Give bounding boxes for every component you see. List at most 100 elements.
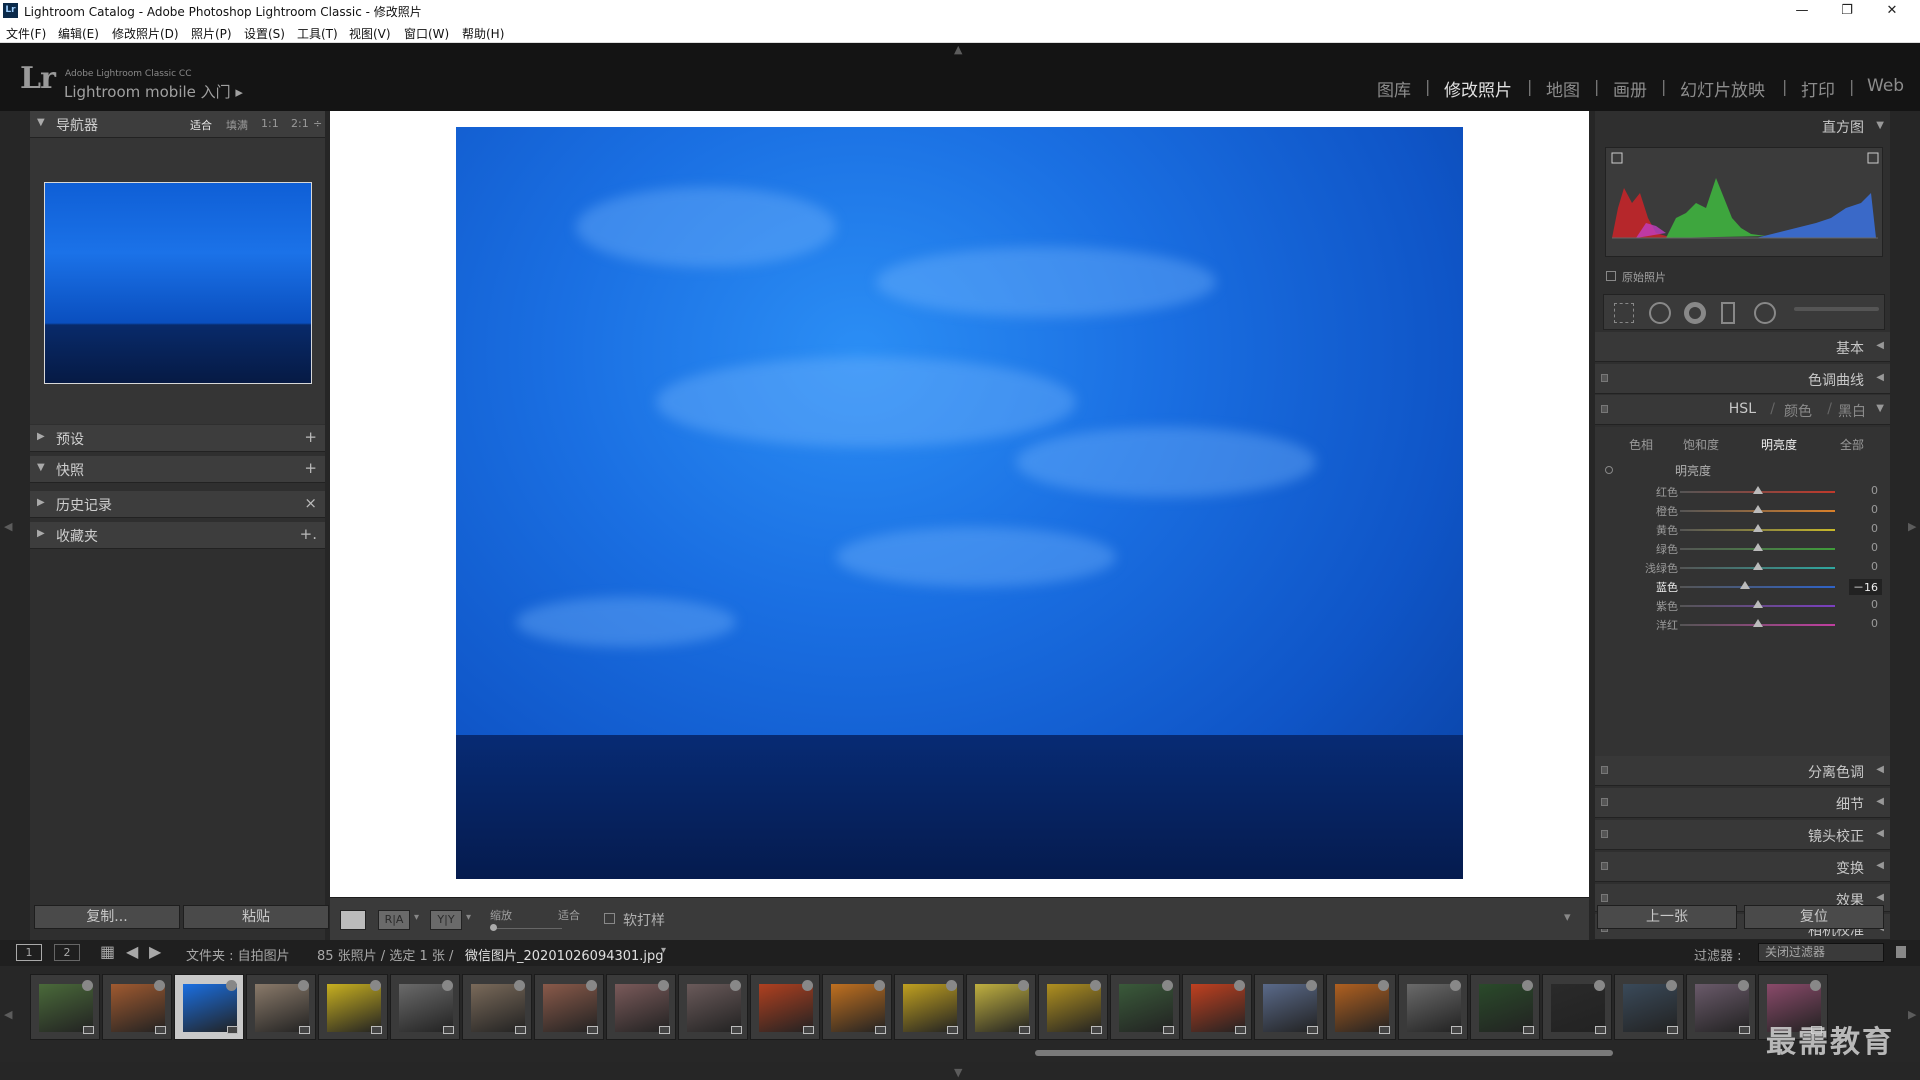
back-arrow-icon[interactable]: ◀ [126, 942, 138, 961]
slider-value[interactable]: 0 [1871, 560, 1878, 573]
filmstrip-right-icon[interactable]: ▶ [1908, 1008, 1916, 1021]
filmstrip-thumbnail[interactable] [1470, 974, 1540, 1040]
crop-icon[interactable] [1614, 303, 1634, 323]
panel-switch-icon[interactable] [1601, 374, 1608, 382]
panel-switch-icon[interactable] [1601, 766, 1608, 774]
module-book[interactable]: 画册 [1613, 76, 1647, 101]
original-photo-checkbox[interactable] [1606, 271, 1616, 281]
nav-fill[interactable]: 填满 [226, 117, 248, 133]
panel-switch-icon[interactable] [1601, 405, 1608, 413]
filter-lock-icon[interactable] [1896, 946, 1906, 958]
collections-panel[interactable]: ▶ 收藏夹 +. [30, 522, 325, 549]
target-adjust-icon[interactable] [1605, 466, 1613, 474]
filmstrip-thumbnail[interactable] [606, 974, 676, 1040]
panel-switch-icon[interactable] [1601, 798, 1608, 806]
nav-zoom-stepper[interactable]: ÷ [313, 117, 322, 130]
toolbar-menu-icon[interactable]: ▾ [1564, 910, 1571, 925]
tab-hue[interactable]: 色相 [1629, 436, 1653, 453]
slider-row[interactable]: 紫色 0 [1595, 596, 1890, 615]
before-after-yy-button[interactable]: Y|Y [430, 910, 462, 930]
filmstrip-thumbnail[interactable] [966, 974, 1036, 1040]
filmstrip-thumbnail[interactable] [1254, 974, 1324, 1040]
zoom-slider-knob[interactable] [490, 924, 497, 931]
filmstrip-thumbnail[interactable] [174, 974, 244, 1040]
tone-curve-panel-header[interactable]: 色调曲线 ◀ [1595, 364, 1890, 394]
filmstrip-thumbnail[interactable] [534, 974, 604, 1040]
radial-filter-icon[interactable] [1754, 302, 1776, 324]
nav-2-1[interactable]: 2:1 [291, 117, 309, 130]
navigator-preview[interactable] [30, 138, 325, 424]
slider-value[interactable]: 0 [1871, 522, 1878, 535]
filmstrip-thumbnail[interactable] [1686, 974, 1756, 1040]
slider-knob[interactable] [1752, 505, 1763, 513]
menu-settings[interactable]: 设置(S) [244, 25, 285, 42]
filmstrip-thumbnail[interactable] [1326, 974, 1396, 1040]
filter-dropdown[interactable]: 关闭过滤器 [1758, 943, 1884, 962]
slider-value[interactable]: 0 [1871, 484, 1878, 497]
menu-file[interactable]: 文件(F) [6, 25, 46, 42]
menu-window[interactable]: 窗口(W) [404, 25, 449, 42]
main-photo[interactable] [456, 127, 1463, 879]
before-after-ra-button[interactable]: R|A [378, 910, 410, 930]
hsl-title[interactable]: HSL [1729, 401, 1756, 417]
slider-row[interactable]: 蓝色 －16 [1595, 577, 1890, 596]
top-panel-toggle-icon[interactable]: ▲ [954, 43, 962, 56]
filename[interactable]: 微信图片_20201026094301.jpg [465, 945, 664, 964]
slider-row[interactable]: 红色 0 [1595, 482, 1890, 501]
module-map[interactable]: 地图 [1546, 76, 1580, 101]
bw-title[interactable]: 黑白 [1838, 401, 1866, 421]
menu-photo[interactable]: 照片(P) [191, 25, 232, 42]
slider-value[interactable]: 0 [1871, 598, 1878, 611]
graduated-filter-icon[interactable] [1721, 302, 1735, 324]
nav-1-1[interactable]: 1:1 [261, 117, 279, 130]
slider-row[interactable]: 绿色 0 [1595, 539, 1890, 558]
slider-value[interactable]: 0 [1871, 503, 1878, 516]
filmstrip-thumbnail[interactable] [894, 974, 964, 1040]
module-print[interactable]: 打印 [1801, 76, 1835, 101]
presets-panel[interactable]: ▶ 预设 + [30, 425, 325, 452]
slider-knob[interactable] [1752, 486, 1763, 494]
lens-corrections-panel-header[interactable]: 镜头校正 ◀ [1595, 820, 1890, 850]
transform-panel-header[interactable]: 变换 ◀ [1595, 852, 1890, 882]
main-window-button[interactable]: 1 [16, 944, 42, 961]
slider-knob[interactable] [1752, 562, 1763, 570]
slider-row[interactable]: 黄色 0 [1595, 520, 1890, 539]
panel-switch-icon[interactable] [1601, 862, 1608, 870]
slider-knob[interactable] [1752, 600, 1763, 608]
module-slideshow[interactable]: 幻灯片放映 [1680, 76, 1765, 101]
snapshots-panel[interactable]: ▼ 快照 + [30, 456, 325, 483]
maximize-button[interactable]: ❐ [1825, 0, 1869, 22]
navigator-header[interactable]: ▼ 导航器 适合 填满 1:1 2:1 ÷ [30, 111, 325, 138]
slider-value[interactable]: －16 [1849, 579, 1882, 595]
chevron-down-icon[interactable]: ▾ [661, 945, 666, 956]
filmstrip-thumbnail[interactable] [102, 974, 172, 1040]
module-library[interactable]: 图库 [1377, 76, 1411, 101]
filmstrip-left-icon[interactable]: ◀ [4, 1008, 12, 1021]
slider-value[interactable]: 0 [1871, 541, 1878, 554]
slider-knob[interactable] [1752, 543, 1763, 551]
forward-arrow-icon[interactable]: ▶ [149, 942, 161, 961]
hsl-panel-header[interactable]: HSL / 颜色 / 黑白 ▼ [1595, 395, 1890, 425]
filmstrip-thumbnail[interactable] [1038, 974, 1108, 1040]
panel-switch-icon[interactable] [1601, 830, 1608, 838]
collapse-icon[interactable]: ▼ [1876, 120, 1884, 131]
reset-button[interactable]: 复位 [1744, 905, 1884, 929]
slider-knob[interactable] [1752, 524, 1763, 532]
filmstrip-scrollbar[interactable] [1035, 1050, 1613, 1056]
loupe-view-icon[interactable] [340, 910, 366, 930]
slider-row[interactable]: 洋红 0 [1595, 615, 1890, 634]
filmstrip-thumbnail[interactable] [1542, 974, 1612, 1040]
menu-tools[interactable]: 工具(T) [297, 25, 338, 42]
copy-settings-button[interactable]: 复制... [34, 905, 180, 929]
histogram[interactable] [1605, 147, 1883, 257]
slider-knob[interactable] [1740, 581, 1751, 589]
slider-knob[interactable] [1752, 619, 1763, 627]
filmstrip-thumbnail[interactable] [390, 974, 460, 1040]
clear-history-icon[interactable]: × [304, 494, 317, 512]
panel-switch-icon[interactable] [1601, 894, 1608, 902]
nav-fit[interactable]: 适合 [190, 117, 212, 133]
filmstrip-thumbnail[interactable] [1110, 974, 1180, 1040]
right-panel-toggle-icon[interactable]: ▶ [1908, 520, 1916, 533]
menu-develop[interactable]: 修改照片(D) [112, 25, 179, 42]
brush-icon[interactable] [1794, 307, 1879, 311]
